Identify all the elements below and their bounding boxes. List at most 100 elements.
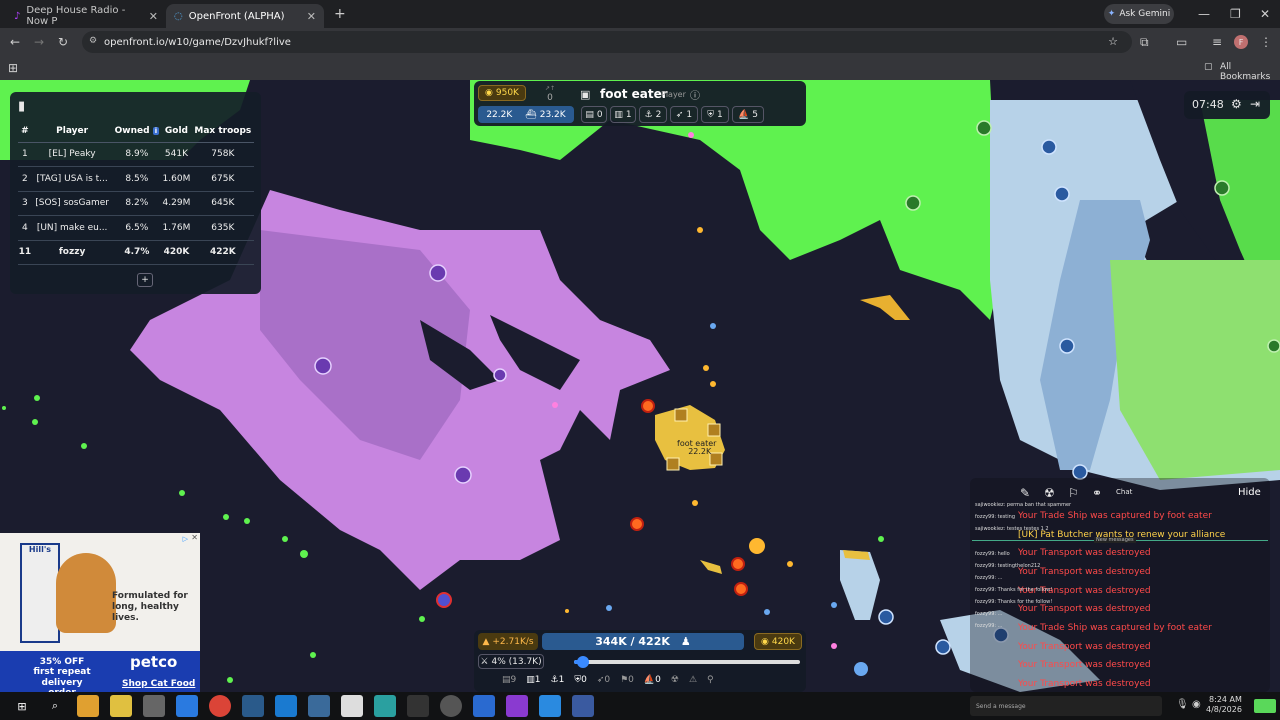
profile-avatar[interactable]: F bbox=[1234, 35, 1248, 49]
troops-value: 22.2K bbox=[486, 109, 513, 120]
bookmark-star-icon[interactable]: ☆ bbox=[1108, 35, 1118, 48]
col-max-troops[interactable]: Max troops bbox=[191, 120, 254, 143]
back-icon[interactable]: ← bbox=[10, 36, 20, 48]
event-message-alliance[interactable]: [UK] Pat Butcher wants to renew your all… bbox=[1018, 530, 1225, 540]
event-message: Your Trade Ship was captured by foot eat… bbox=[1018, 623, 1212, 633]
leaderboard-panel: ▮ # Player Owned i Gold Max troops 1 [EL]… bbox=[10, 92, 261, 294]
obs-icon[interactable] bbox=[440, 695, 462, 717]
sword-icon: ⚔ bbox=[480, 656, 489, 667]
site-info-icon[interactable]: ⚙ bbox=[89, 36, 97, 46]
table-row[interactable]: 1 [EL] Peaky 8.9% 541K 758K bbox=[18, 142, 254, 167]
build-city-button[interactable]: ▤9 bbox=[502, 675, 516, 685]
time: 8:24 AM bbox=[1209, 695, 1242, 704]
app-icon[interactable] bbox=[143, 695, 165, 717]
ask-gemini-button[interactable]: ✦ Ask Gemini bbox=[1104, 4, 1174, 24]
date: 4/8/2026 bbox=[1206, 705, 1242, 715]
file-explorer-icon[interactable] bbox=[77, 695, 99, 717]
tab-openfront[interactable]: ◌ OpenFront (ALPHA) ✕ bbox=[166, 4, 324, 28]
url-field[interactable]: ⚙ openfront.io/w10/game/DzvJhukf?live ☆ bbox=[82, 31, 1132, 53]
missile-icon: ➶ bbox=[675, 109, 684, 120]
search-icon[interactable]: ⌕ bbox=[44, 695, 66, 717]
coin-icon: ◉ bbox=[485, 88, 493, 98]
ad-banner[interactable]: Hill's Formulated for long, healthy live… bbox=[0, 533, 200, 692]
terminal-icon[interactable] bbox=[407, 695, 429, 717]
stream-chat-line: fozzy99: ... bbox=[975, 623, 1003, 629]
notification-icon[interactable] bbox=[1254, 699, 1276, 713]
table-row-self[interactable]: 11 fozzy 4.7% 420K 422K bbox=[18, 240, 254, 265]
apps-grid-icon[interactable]: ⊞ bbox=[8, 62, 18, 74]
restore-icon[interactable]: ❐ bbox=[1230, 8, 1241, 20]
calculator-icon[interactable] bbox=[341, 695, 363, 717]
build-missile-button[interactable]: ➶0 bbox=[597, 675, 610, 685]
close-window-icon[interactable]: ✕ bbox=[1260, 8, 1270, 20]
hydrogen-bomb-button[interactable]: ⚠ bbox=[689, 675, 697, 685]
warship-count: ⛵ 5 bbox=[732, 106, 764, 123]
settings-gear-icon[interactable]: ⚙ bbox=[1231, 97, 1242, 111]
visual-studio-icon[interactable] bbox=[506, 695, 528, 717]
nuke-icon[interactable]: ☢ bbox=[1044, 486, 1055, 500]
attack-ratio-slider[interactable] bbox=[574, 656, 800, 668]
table-row[interactable]: 2 [TAG] USA is t... 8.5% 1.60M 675K bbox=[18, 166, 254, 192]
send-message-input[interactable]: Send a message bbox=[970, 696, 1162, 716]
folder-app-icon[interactable] bbox=[110, 695, 132, 717]
system-clock[interactable]: 8:24 AM 4/8/2026 bbox=[1206, 695, 1242, 716]
build-sam-button[interactable]: ⚑0 bbox=[620, 675, 634, 685]
atom-bomb-button[interactable]: ☢ bbox=[671, 675, 679, 685]
extensions-icon[interactable]: ⧉ bbox=[1140, 36, 1149, 48]
info-icon[interactable]: i bbox=[152, 126, 160, 135]
start-icon[interactable]: ⊞ bbox=[11, 695, 33, 717]
app4-icon[interactable] bbox=[572, 695, 594, 717]
new-tab-button[interactable]: + bbox=[334, 6, 346, 22]
powershell-icon[interactable] bbox=[473, 695, 495, 717]
ad-close-icon[interactable]: ✕ bbox=[191, 533, 198, 542]
word-icon[interactable] bbox=[275, 695, 297, 717]
col-player[interactable]: Player bbox=[31, 120, 113, 143]
table-row[interactable]: 4 [UN] make eu... 6.5% 1.76M 635K bbox=[18, 215, 254, 241]
ad-cta-link[interactable]: Shop Cat Food bbox=[122, 679, 195, 689]
table-row[interactable]: 3 [SOS] sosGamer 8.2% 4.29M 645K bbox=[18, 191, 254, 216]
steam-icon[interactable] bbox=[242, 695, 264, 717]
close-icon[interactable]: ✕ bbox=[149, 10, 158, 23]
brush-icon[interactable]: ✎ bbox=[1020, 486, 1030, 500]
stream-chat-line: fozzy99: ... bbox=[975, 611, 1003, 617]
player-map-label[interactable]: foot eater 22.2K bbox=[677, 440, 716, 456]
mirv-button[interactable]: ⚲ bbox=[707, 675, 714, 685]
alliance-icon[interactable]: ⚭ bbox=[1092, 486, 1102, 500]
more-icon[interactable]: ⋮ bbox=[1260, 36, 1272, 48]
hide-button[interactable]: Hide bbox=[1238, 487, 1261, 498]
chat-tab[interactable]: Chat bbox=[1116, 488, 1132, 496]
close-icon[interactable]: ✕ bbox=[307, 10, 316, 23]
slider-handle[interactable] bbox=[577, 656, 590, 668]
col-gold[interactable]: Gold bbox=[161, 120, 192, 143]
gold-badge: ◉ 950K bbox=[478, 85, 526, 101]
tab-deep-house-radio[interactable]: ♪ Deep House Radio - Now P ✕ bbox=[6, 4, 166, 28]
mic-icon[interactable]: 🎙 bbox=[1176, 700, 1189, 710]
vscode-icon[interactable] bbox=[539, 695, 561, 717]
build-defense-button[interactable]: ⛨0 bbox=[574, 675, 587, 685]
menu-list-icon[interactable]: ≡ bbox=[1212, 36, 1222, 48]
ad-choices-icon[interactable]: ▷ bbox=[183, 535, 188, 543]
store-icon[interactable] bbox=[176, 695, 198, 717]
col-owned[interactable]: Owned i bbox=[112, 120, 162, 143]
troop-icon[interactable]: ⚐ bbox=[1068, 486, 1079, 500]
player-map-troops: 22.2K bbox=[688, 447, 712, 456]
build-warship-button[interactable]: ⛵0 bbox=[644, 675, 661, 685]
forward-icon[interactable]: → bbox=[34, 36, 44, 48]
bar-chart-icon[interactable]: ▮ bbox=[18, 99, 25, 114]
exit-icon[interactable]: ⇥ bbox=[1250, 97, 1260, 111]
expand-button[interactable]: + bbox=[137, 273, 153, 287]
troops-ships-badge: 22.2K ⛴ 23.2K bbox=[478, 106, 574, 123]
reload-icon[interactable]: ↻ bbox=[58, 36, 68, 48]
build-factory-button[interactable]: ▥1 bbox=[526, 675, 540, 685]
minimize-icon[interactable]: — bbox=[1198, 8, 1210, 20]
app2-icon[interactable] bbox=[308, 695, 330, 717]
sidebar-icon[interactable]: ▭ bbox=[1176, 36, 1187, 48]
anchor-icon: ⚓ bbox=[644, 109, 653, 120]
chrome-icon[interactable] bbox=[209, 695, 231, 717]
coin-icon: ◉ bbox=[761, 636, 769, 647]
build-port-button[interactable]: ⚓1 bbox=[551, 675, 565, 685]
app3-icon[interactable] bbox=[374, 695, 396, 717]
tray-icon[interactable]: ◉ bbox=[1192, 700, 1201, 710]
info-circle-icon[interactable]: ⓘ bbox=[690, 87, 700, 102]
all-bookmarks-link[interactable]: All Bookmarks bbox=[1220, 62, 1280, 82]
